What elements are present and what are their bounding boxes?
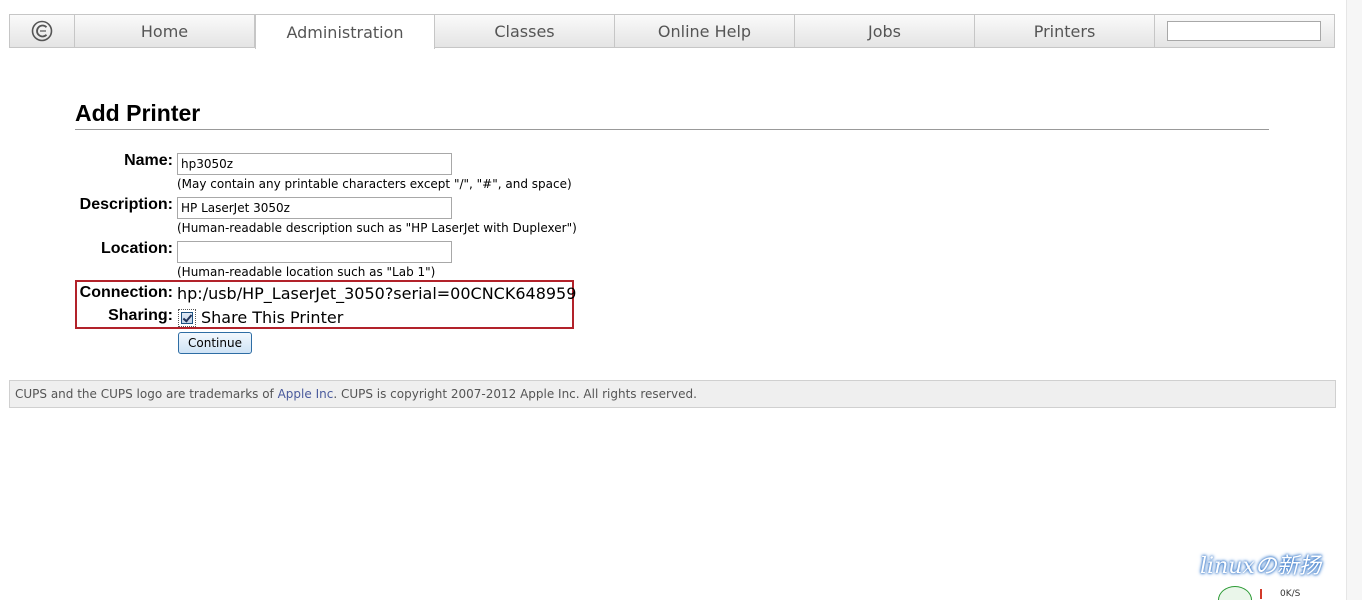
footer-text-suffix: . CUPS is copyright 2007-2012 Apple Inc.… [333,387,697,401]
connection-value: hp:/usb/HP_LaserJet_3050?serial=00CNCK64… [177,284,577,303]
speed-text: 0K/S [1280,589,1301,599]
tab-administration[interactable]: Administration [255,14,435,49]
vertical-scrollbar[interactable] [1346,0,1362,600]
share-printer-label[interactable]: Share This Printer [201,308,343,327]
footer: CUPS and the CUPS logo are trademarks of… [9,380,1336,408]
description-hint: (Human-readable description such as "HP … [177,221,577,235]
tab-home[interactable]: Home [75,15,255,47]
speed-indicator-icon [1260,589,1262,599]
name-hint: (May contain any printable characters ex… [177,177,572,191]
checkmark-icon [181,312,193,324]
watermark-logo: linuxの新扬 [1200,554,1321,579]
network-speed-widget: 0K/S [1218,586,1338,600]
description-label: Description: [79,196,173,213]
location-label: Location: [101,240,173,257]
home-logo-link[interactable] [10,15,75,47]
tab-printers[interactable]: Printers [975,15,1155,47]
top-navigation: Home Administration Classes Online Help … [9,14,1335,49]
sharing-label: Sharing: [108,307,173,324]
tab-classes[interactable]: Classes [435,15,615,47]
name-field[interactable] [177,153,452,175]
tab-jobs[interactable]: Jobs [795,15,975,47]
title-divider [75,129,1269,130]
location-hint: (Human-readable location such as "Lab 1"… [177,265,436,279]
search-area [1155,15,1334,47]
page-title: Add Printer [75,100,201,126]
apple-link[interactable]: Apple Inc [278,387,334,401]
search-input[interactable] [1167,21,1321,41]
name-label: Name: [124,152,173,169]
description-field[interactable] [177,197,452,219]
cups-logo-icon [31,20,53,42]
share-printer-checkbox[interactable] [178,309,196,327]
footer-text-prefix: CUPS and the CUPS logo are trademarks of [15,387,278,401]
tab-online-help[interactable]: Online Help [615,15,795,47]
speed-gauge-icon [1218,586,1252,600]
continue-button[interactable]: Continue [178,332,252,354]
location-field[interactable] [177,241,452,263]
connection-label: Connection: [79,284,173,301]
